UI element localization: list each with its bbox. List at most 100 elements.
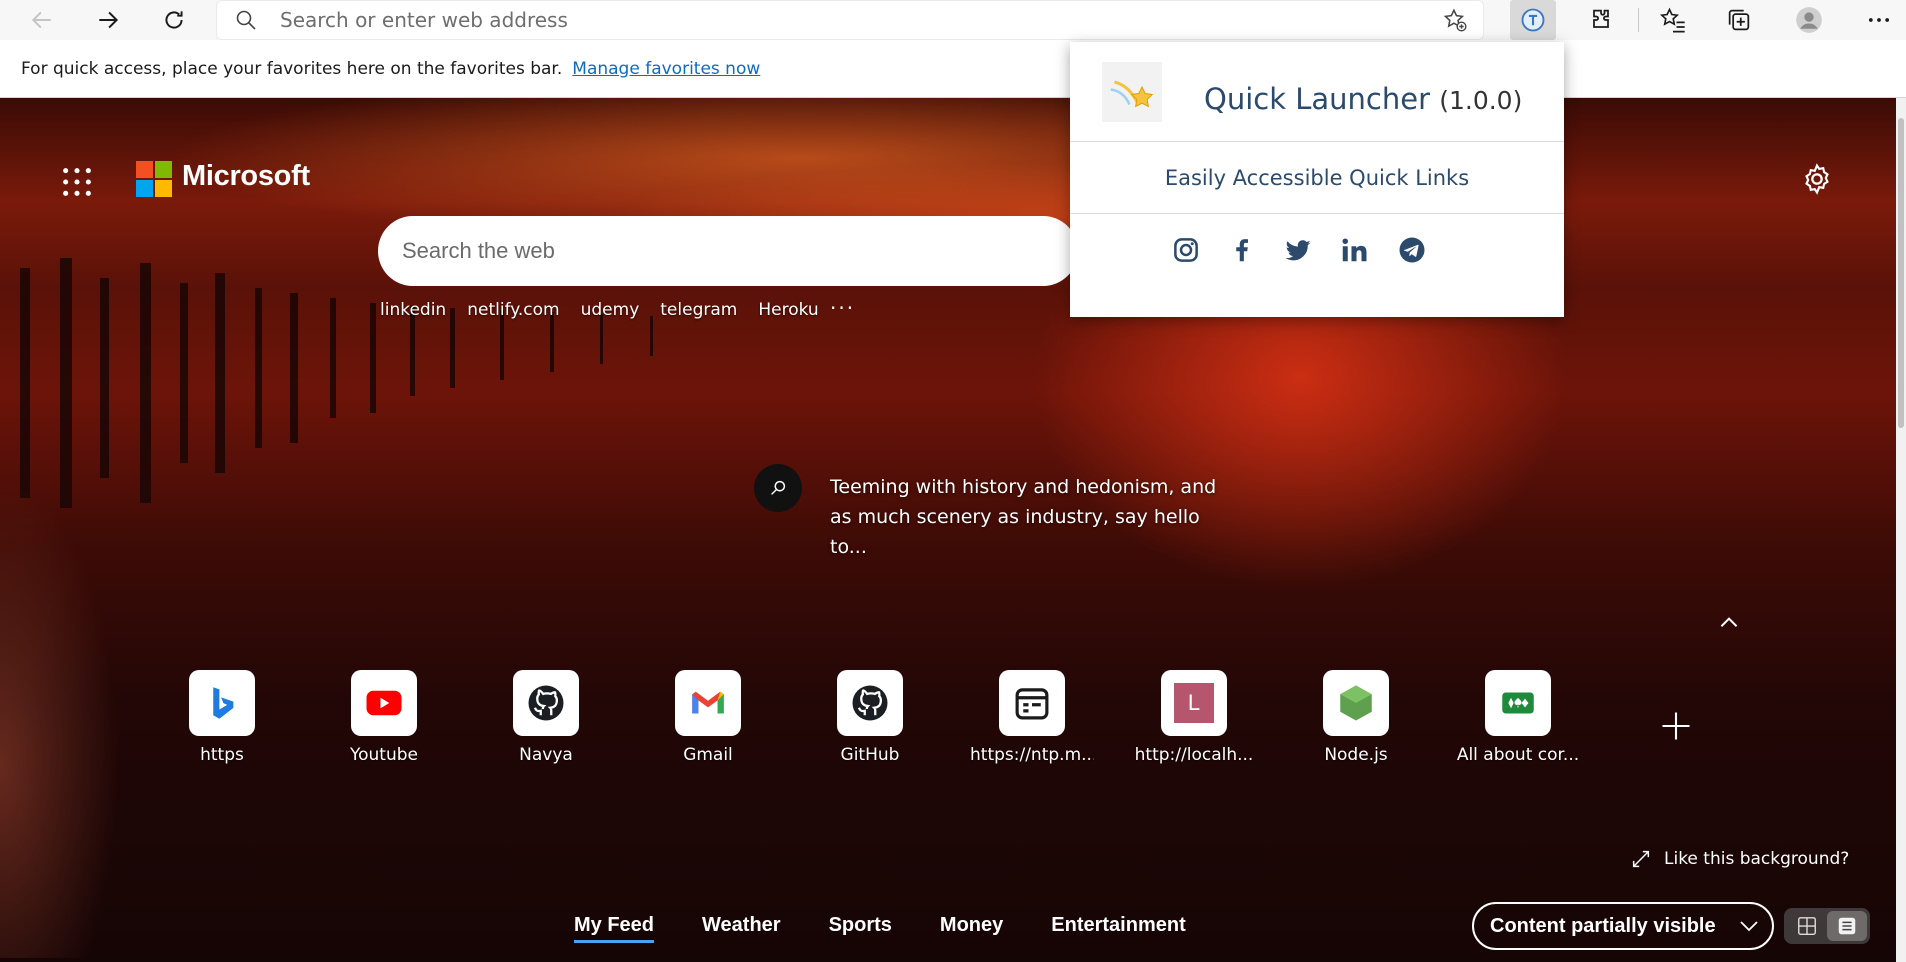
social-links <box>1168 232 1488 272</box>
quick-link-netlify[interactable]: netlify.com <box>467 300 559 320</box>
content-visibility-dropdown[interactable]: Content partially visible <box>1472 902 1774 950</box>
tile-icon-box <box>675 670 741 736</box>
quick-launcher-extension-button[interactable] <box>1510 0 1556 40</box>
favorites-button[interactable] <box>1650 0 1696 40</box>
magnifier-icon <box>771 480 786 495</box>
forward-button[interactable] <box>88 0 128 40</box>
quick-links-more-button[interactable]: ··· <box>830 296 855 320</box>
refresh-icon <box>165 11 183 29</box>
like-background-label: Like this background? <box>1664 849 1850 869</box>
tile-gmail[interactable]: Gmail <box>646 670 770 780</box>
arrow-right-icon <box>99 11 119 29</box>
web-search-input[interactable] <box>402 232 1042 270</box>
tile-icon-box <box>1485 670 1551 736</box>
list-layout-button[interactable] <box>1827 911 1867 941</box>
microsoft-logo-icon <box>136 161 172 197</box>
profile-button[interactable] <box>1786 0 1832 40</box>
chevron-up-icon[interactable] <box>1716 610 1742 636</box>
tab-my-feed[interactable]: My Feed <box>574 914 655 943</box>
tile-label: Navya <box>519 745 573 765</box>
tile-nodejs[interactable]: Node.js <box>1294 670 1418 780</box>
web-search-box[interactable] <box>378 216 1078 286</box>
tab-money[interactable]: Money <box>940 914 1003 937</box>
telegram-icon <box>1399 237 1425 263</box>
add-site-plus-icon[interactable] <box>1658 708 1694 744</box>
story-search-button[interactable] <box>754 464 802 512</box>
arrow-left-icon <box>31 11 51 29</box>
quick-launcher-icon <box>1521 8 1545 32</box>
tile-navya[interactable]: Navya <box>484 670 608 780</box>
background-story-text[interactable]: Teeming with history and hedonism, and a… <box>830 472 1220 562</box>
tile-label: GitHub <box>840 745 900 765</box>
twitter-link[interactable] <box>1280 232 1316 268</box>
calendar-icon <box>1015 688 1049 720</box>
tab-weather[interactable]: Weather <box>702 914 781 937</box>
github-icon <box>528 685 564 721</box>
rocks-decoration <box>0 478 120 958</box>
tile-github[interactable]: GitHub <box>808 670 932 780</box>
content-visibility-label: Content partially visible <box>1490 914 1716 937</box>
address-input[interactable] <box>280 4 1380 36</box>
quick-launcher-popup: Quick Launcher (1.0.0) Easily Accessible… <box>1070 42 1564 317</box>
extensions-button[interactable] <box>1578 0 1624 40</box>
tile-icon-box: L <box>1161 670 1227 736</box>
tile-icon-box <box>189 670 255 736</box>
list-icon <box>1838 917 1856 935</box>
quick-link-telegram[interactable]: telegram <box>660 300 737 320</box>
facebook-link[interactable] <box>1224 232 1260 268</box>
tile-label: All about cor... <box>1456 745 1580 765</box>
puzzle-icon <box>1593 9 1609 28</box>
quick-link-linkedin[interactable]: linkedin <box>380 300 446 320</box>
grid-layout-button[interactable] <box>1787 911 1827 941</box>
address-bar[interactable] <box>216 0 1484 40</box>
popup-version: (1.0.0) <box>1439 86 1523 115</box>
quick-link-udemy[interactable]: udemy <box>581 300 640 320</box>
nodejs-icon <box>1340 685 1372 721</box>
tile-label: http://localh... <box>1134 745 1254 765</box>
more-dots-icon <box>1868 18 1890 22</box>
instagram-icon <box>1174 238 1198 262</box>
manage-favorites-link[interactable]: Manage favorites now <box>572 59 760 79</box>
shooting-star-logo-icon <box>1102 62 1162 122</box>
feed-tabs: My Feed Weather Sports Money Entertainme… <box>574 914 1234 943</box>
tile-https[interactable]: https <box>160 670 284 780</box>
youtube-icon <box>366 690 402 716</box>
popup-title: Quick Launcher (1.0.0) <box>1204 82 1522 116</box>
popup-title-name: Quick Launcher <box>1204 82 1430 116</box>
linkedin-link[interactable] <box>1336 232 1372 268</box>
tile-ntp[interactable]: https://ntp.m... <box>970 670 1094 780</box>
tile-icon-box <box>999 670 1065 736</box>
settings-menu-button[interactable] <box>1856 0 1902 40</box>
scrollbar-thumb[interactable] <box>1898 118 1904 428</box>
expand-arrows-icon <box>1632 850 1650 868</box>
tile-all-about-cor[interactable]: All about cor... <box>1456 670 1580 780</box>
favorites-bar: For quick access, place your favorites h… <box>0 40 1906 98</box>
favorites-bar-message: For quick access, place your favorites h… <box>21 58 563 79</box>
tile-icon-box <box>513 670 579 736</box>
browser-toolbar <box>0 0 1906 40</box>
tile-icon-box <box>837 670 903 736</box>
instagram-link[interactable] <box>1168 232 1204 268</box>
quick-link-heroku[interactable]: Heroku <box>758 300 818 320</box>
layout-toggle <box>1784 908 1870 944</box>
tile-label: Gmail <box>683 745 733 765</box>
popup-header: Quick Launcher (1.0.0) <box>1070 42 1564 142</box>
collections-button[interactable] <box>1716 0 1762 40</box>
like-background-button[interactable]: Like this background? <box>1630 848 1849 870</box>
tab-entertainment[interactable]: Entertainment <box>1051 914 1185 937</box>
back-button[interactable] <box>22 0 62 40</box>
letter-l-icon: L <box>1174 683 1214 723</box>
tile-localhost[interactable]: L http://localh... <box>1132 670 1256 780</box>
facebook-icon <box>1236 239 1248 262</box>
shooting-star-icon <box>1110 80 1154 108</box>
telegram-link[interactable] <box>1394 232 1430 268</box>
tab-sports[interactable]: Sports <box>829 914 892 937</box>
top-sites-tiles: https Youtube Navya Gmail GitHub https:/… <box>160 670 1720 780</box>
page-settings-gear-icon[interactable] <box>1800 162 1834 196</box>
tile-label: https://ntp.m... <box>970 745 1094 765</box>
tile-youtube[interactable]: Youtube <box>322 670 446 780</box>
add-favorite-icon[interactable] <box>1442 7 1468 33</box>
tile-label: Youtube <box>350 745 418 765</box>
refresh-button[interactable] <box>154 0 194 40</box>
app-launcher-icon[interactable] <box>60 165 94 199</box>
